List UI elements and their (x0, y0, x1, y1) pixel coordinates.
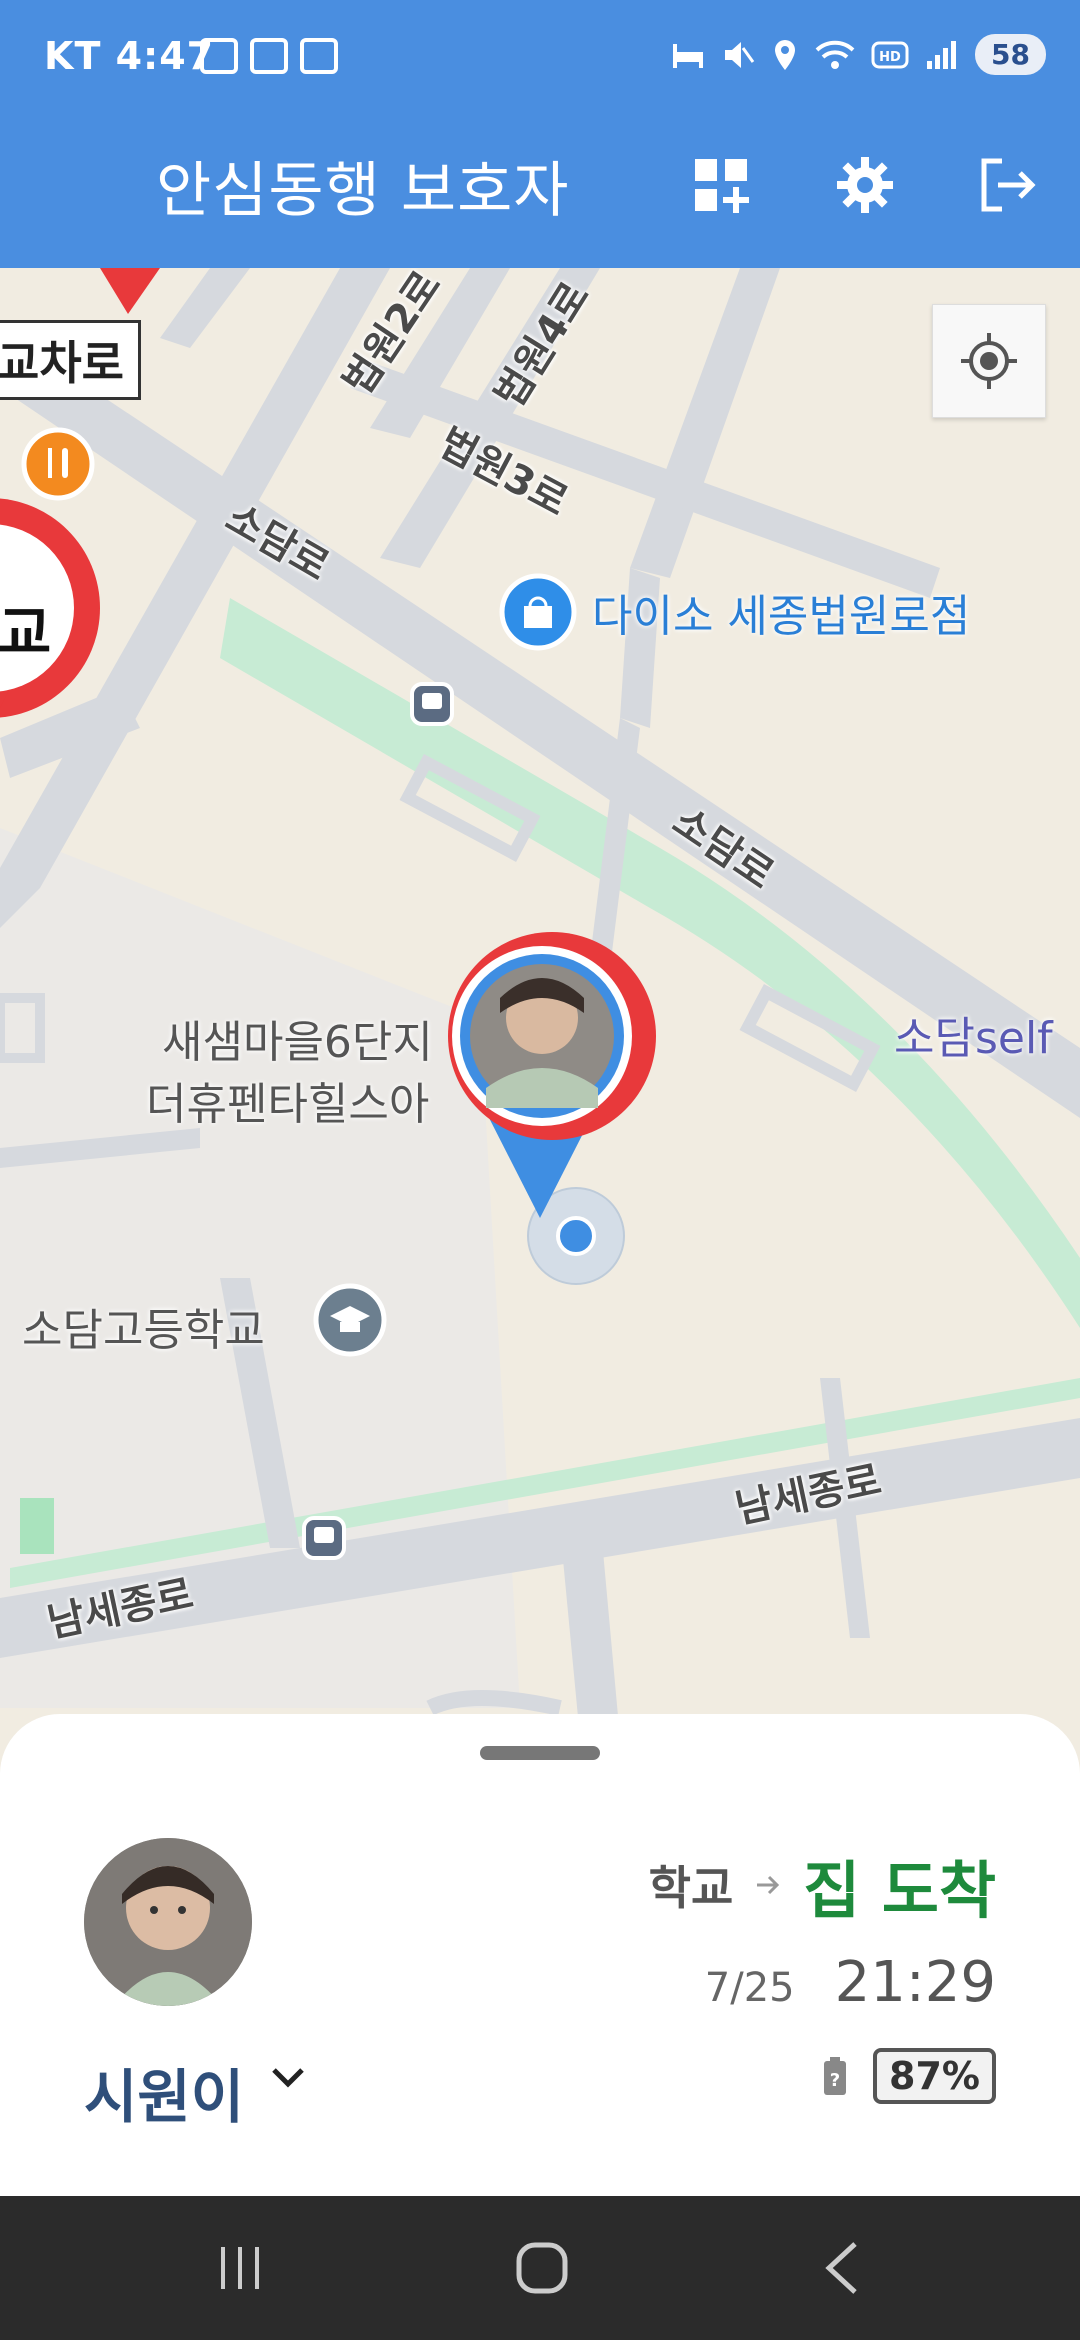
restaurant-icon (21, 427, 95, 501)
poi-label-sodam-self[interactable]: 소담self (894, 1002, 1053, 1066)
child-name[interactable]: 시원이 (84, 2050, 244, 2134)
child-avatar[interactable] (84, 1838, 252, 2006)
poi-label-apartment[interactable]: 새샘마을6단지 (162, 1006, 433, 1070)
battery-percentage: 87% (873, 2048, 996, 2104)
arrow-right-icon (757, 1875, 780, 1895)
status-notification-icons (200, 38, 338, 74)
arrival-date: 7/25 (704, 1965, 795, 2011)
page-title: 안심동행 보호자 (156, 156, 570, 226)
logout-icon (981, 158, 1036, 212)
bus-stop-icon (410, 682, 454, 726)
screenshot-icon (200, 38, 238, 74)
battery-unknown-icon: ? (824, 2057, 847, 2095)
crosshair-icon (961, 333, 1017, 389)
device-icon (300, 38, 338, 74)
device-battery: ? 87% (823, 2048, 996, 2104)
gear-icon (837, 157, 893, 213)
status-bar: KT 4:47 HD 58 (0, 0, 1080, 120)
battery-level-badge: 58 (975, 34, 1046, 75)
child-photo (84, 1838, 252, 2006)
home-icon (516, 2242, 568, 2294)
school-marker-label: 교 (0, 599, 52, 667)
chevron-down-icon (272, 2068, 304, 2088)
recent-apps-icon (221, 2247, 259, 2289)
home-button[interactable] (502, 2236, 582, 2300)
mute-icon (725, 41, 755, 68)
svg-text:?: ? (830, 2070, 840, 2091)
system-navigation-bar (0, 2196, 1080, 2340)
add-widget-icon (695, 159, 749, 213)
route-status: 학교 집 도착 (649, 1840, 996, 1930)
poi-label-apartment[interactable]: 더휴펜타힐스아 (146, 1068, 429, 1132)
map-view[interactable]: 교차로 교 법원2로 법원4로 법원3로 소담로 소담로 남세종로 남세종로 다… (0, 268, 1080, 1738)
wifi-icon (815, 40, 855, 69)
back-icon (825, 2242, 857, 2294)
arrival-time: 21:29 (834, 1950, 996, 2015)
poi-label-highschool[interactable]: 소담고등학교 (22, 1294, 265, 1358)
route-to-status: 집 도착 (803, 1854, 996, 1927)
school-icon (313, 1283, 387, 1357)
child-selector-dropdown[interactable] (268, 2062, 308, 2096)
child-status-sheet[interactable]: 시원이 학교 집 도착 7/25 21:29 ? 87% (0, 1714, 1080, 2196)
bed-icon (673, 43, 704, 68)
intersection-label: 교차로 (0, 320, 141, 400)
sheet-drag-handle[interactable] (480, 1746, 600, 1760)
top-bar: KT 4:47 HD 58 안심동행 보호자 (0, 0, 1080, 268)
settings-button[interactable] (830, 150, 900, 220)
hd-voice-icon: HD (871, 41, 909, 68)
poi-label-daiso[interactable]: 다이소 세종법원로점 (592, 580, 970, 644)
route-from: 학교 (648, 1861, 734, 1915)
recent-apps-button[interactable] (200, 2236, 280, 2300)
signal-icon (927, 40, 957, 69)
arrival-timestamp: 7/25 21:29 (705, 1950, 996, 2015)
app-notification-icon (250, 38, 288, 74)
logout-button[interactable] (972, 150, 1042, 220)
svg-text:HD: HD (879, 50, 901, 65)
my-location-button[interactable] (932, 304, 1046, 418)
location-icon (775, 39, 796, 70)
shopping-bag-icon (499, 573, 577, 651)
back-button[interactable] (804, 2236, 884, 2300)
bus-stop-icon (302, 1516, 346, 1560)
status-system-icons: HD 58 (671, 34, 1046, 75)
status-carrier-time: KT 4:47 (44, 34, 215, 78)
add-widget-button[interactable] (686, 150, 756, 220)
